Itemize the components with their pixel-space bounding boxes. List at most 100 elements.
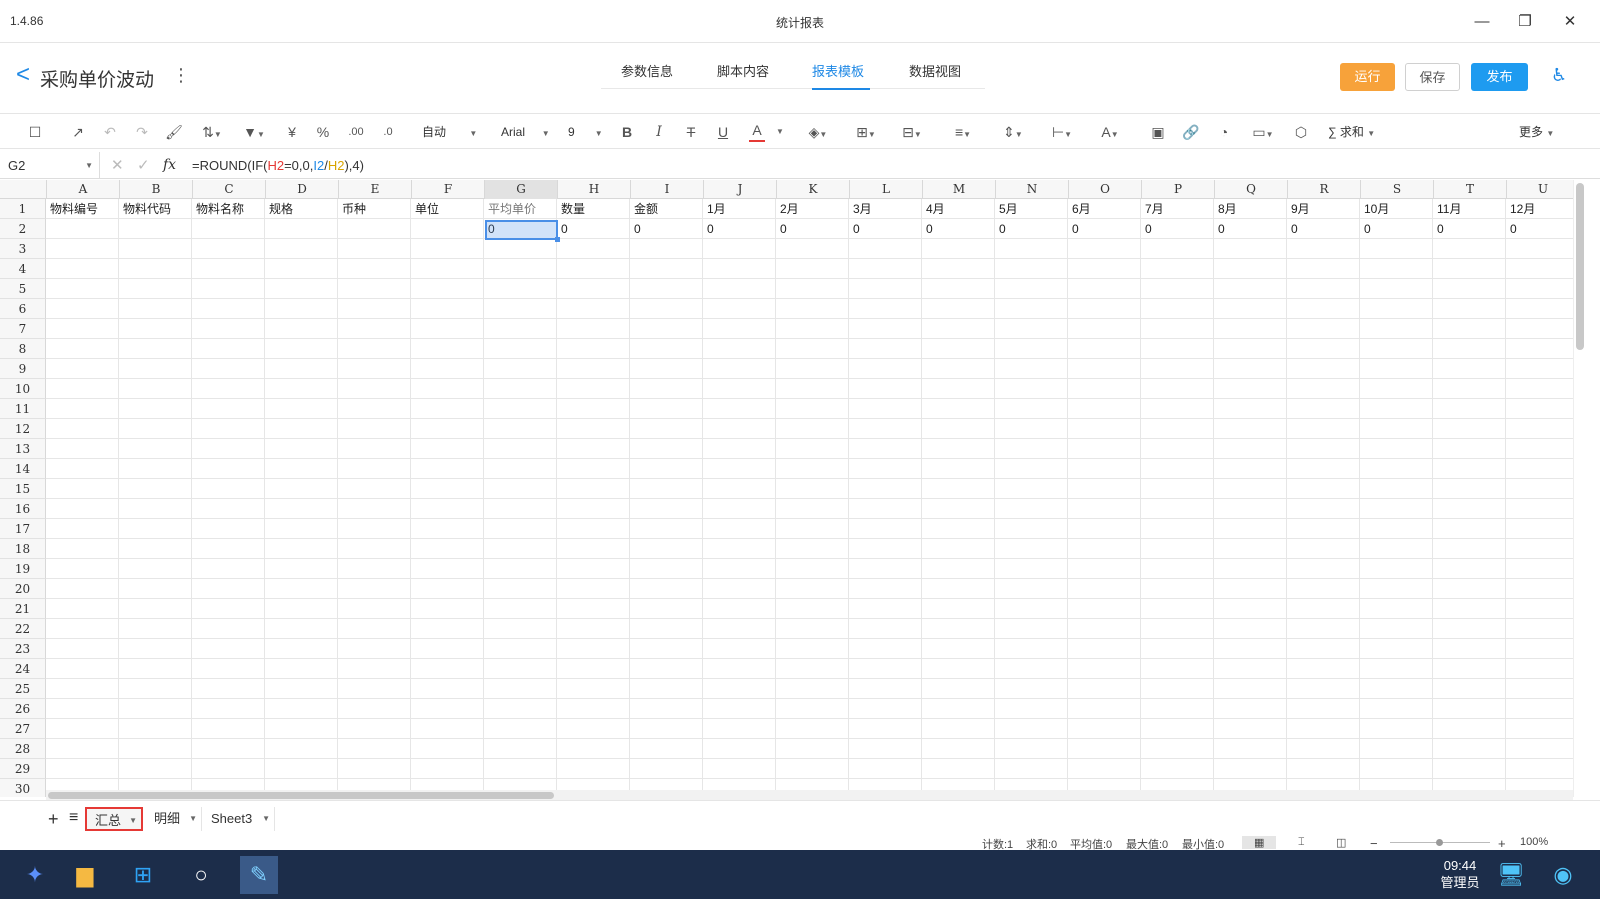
table-header-cell[interactable]: 单位 (411, 199, 484, 219)
column-header[interactable]: L (850, 180, 923, 199)
sheet-list-icon[interactable]: ≡ (69, 809, 78, 827)
tab-template[interactable]: 报表模板 (812, 61, 864, 80)
column-header[interactable]: O (1069, 180, 1142, 199)
corner-cell[interactable] (0, 180, 47, 199)
column-header[interactable]: K (777, 180, 850, 199)
tab-script[interactable]: 脚本内容 (717, 61, 769, 80)
align-icon[interactable]: ≡▼ (947, 122, 979, 142)
table-header-cell[interactable]: 数量 (557, 199, 630, 219)
column-header[interactable]: R (1288, 180, 1361, 199)
italic-button[interactable]: I (651, 122, 667, 142)
table-cell[interactable]: 0 (1287, 219, 1360, 239)
tab-dataview[interactable]: 数据视图 (909, 61, 961, 80)
border-icon[interactable]: ⊞▼ (850, 122, 882, 142)
decimal-decrease-icon[interactable]: .00 (346, 122, 366, 142)
table-header-cell[interactable]: 规格 (265, 199, 338, 219)
selected-cell-g2[interactable] (485, 220, 558, 240)
fx-icon[interactable]: fx (163, 152, 176, 179)
table-header-cell[interactable]: 物料名称 (192, 199, 265, 219)
font-color-dropdown-icon[interactable]: ▼ (776, 122, 784, 142)
table-cell[interactable]: 0 (776, 219, 849, 239)
export-icon[interactable]: ↗ (68, 122, 88, 142)
sheet-tab-sheet3[interactable]: Sheet3 ▼ (203, 807, 275, 831)
tab-params[interactable]: 参数信息 (621, 61, 673, 80)
more-vert-icon[interactable]: ⋮ (172, 65, 190, 86)
table-header-cell[interactable]: 2月 (776, 199, 849, 219)
row-header[interactable]: 18 (0, 539, 46, 559)
table-header-cell[interactable]: 3月 (849, 199, 922, 219)
add-sheet-icon[interactable]: + (48, 809, 59, 830)
table-cell[interactable]: 0 (1506, 219, 1573, 239)
table-cell[interactable]: 0 (995, 219, 1068, 239)
row-header[interactable]: 12 (0, 419, 46, 439)
column-header[interactable]: N (996, 180, 1069, 199)
table-header-cell[interactable]: 10月 (1360, 199, 1433, 219)
row-header[interactable]: 8 (0, 339, 46, 359)
row-header[interactable]: 19 (0, 559, 46, 579)
search-icon[interactable]: ○ (182, 856, 220, 894)
accessibility-icon[interactable]: ♿ (1551, 65, 1567, 86)
table-cell[interactable]: 0 (849, 219, 922, 239)
run-button[interactable]: 运行 (1340, 63, 1395, 91)
column-header[interactable]: I (631, 180, 704, 199)
chevron-down-icon[interactable]: ▼ (189, 807, 197, 831)
start-icon[interactable]: ✦ (16, 856, 54, 894)
row-header[interactable]: 20 (0, 579, 46, 599)
row-header[interactable]: 22 (0, 619, 46, 639)
zoom-out-icon[interactable]: − (1370, 836, 1378, 851)
table-cell[interactable] (265, 219, 338, 239)
font-size-select[interactable]: 9 ▼ (568, 122, 603, 142)
cell-area[interactable]: 物料编号 物料代码 物料名称 规格 币种 单位 平均单价 数量 金额 1月 2月 3月 4月 5月 6月 7月… (46, 199, 1573, 797)
row-header[interactable]: 30 (0, 779, 46, 797)
row-header[interactable]: 13 (0, 439, 46, 459)
merge-cells-icon[interactable]: ⊟▼ (896, 122, 928, 142)
decimal-increase-icon[interactable]: .0 (378, 122, 398, 142)
template-icon[interactable]: ☐ (25, 122, 45, 142)
table-cell[interactable] (192, 219, 265, 239)
link-icon[interactable]: 🔗 (1181, 122, 1201, 142)
cell-name-box[interactable]: G2 ▼ (0, 152, 100, 179)
chart-icon[interactable]: ◔ (1214, 122, 1234, 142)
minimize-icon[interactable]: — (1462, 8, 1502, 36)
table-cell[interactable]: 0 (630, 219, 703, 239)
row-header[interactable]: 21 (0, 599, 46, 619)
page-break-view-icon[interactable]: ⌶ (1298, 836, 1305, 849)
table-header-cell[interactable]: 6月 (1068, 199, 1141, 219)
table-header-cell[interactable]: 12月 (1506, 199, 1573, 219)
zoom-in-icon[interactable]: + (1498, 836, 1506, 851)
font-color-button[interactable]: A (749, 122, 765, 142)
font-family-select[interactable]: Arial ▼ (501, 122, 550, 142)
table-header-cell[interactable]: 平均单价 (484, 199, 557, 219)
column-header[interactable]: B (120, 180, 193, 199)
row-header[interactable]: 14 (0, 459, 46, 479)
filter-icon[interactable]: ▼▼ (238, 122, 270, 142)
table-cell[interactable] (119, 219, 192, 239)
table-header-cell[interactable]: 11月 (1433, 199, 1506, 219)
column-header[interactable]: J (704, 180, 777, 199)
table-cell[interactable]: 0 (703, 219, 776, 239)
remote-desktop-icon[interactable]: 🖥 (1492, 856, 1530, 894)
undo-icon[interactable]: ↶ (100, 122, 120, 142)
more-button[interactable]: 更多 ▼ (1519, 122, 1554, 142)
sort-icon[interactable]: ⇅▼ (196, 122, 228, 142)
chevron-down-icon[interactable]: ▼ (129, 809, 137, 833)
file-explorer-icon[interactable]: ▆ (66, 856, 104, 894)
table-header-cell[interactable]: 金额 (630, 199, 703, 219)
sheet-tab-summary[interactable]: 汇总 ▼ (85, 807, 143, 831)
save-button[interactable]: 保存 (1405, 63, 1460, 91)
publish-button[interactable]: 发布 (1471, 63, 1528, 91)
image-icon[interactable]: ▣ (1148, 122, 1168, 142)
sum-button[interactable]: ∑ 求和 ▼ (1328, 122, 1375, 142)
column-header[interactable]: M (923, 180, 996, 199)
row-header[interactable]: 23 (0, 639, 46, 659)
column-header[interactable]: A (47, 180, 120, 199)
chevron-down-icon[interactable]: ▼ (262, 807, 270, 831)
row-header[interactable]: 26 (0, 699, 46, 719)
row-header[interactable]: 4 (0, 259, 46, 279)
zoom-slider-thumb[interactable] (1436, 839, 1443, 846)
column-header[interactable]: D (266, 180, 339, 199)
table-cell[interactable]: 0 (1068, 219, 1141, 239)
row-header[interactable]: 9 (0, 359, 46, 379)
row-header[interactable]: 5 (0, 279, 46, 299)
table-header-cell[interactable]: 8月 (1214, 199, 1287, 219)
